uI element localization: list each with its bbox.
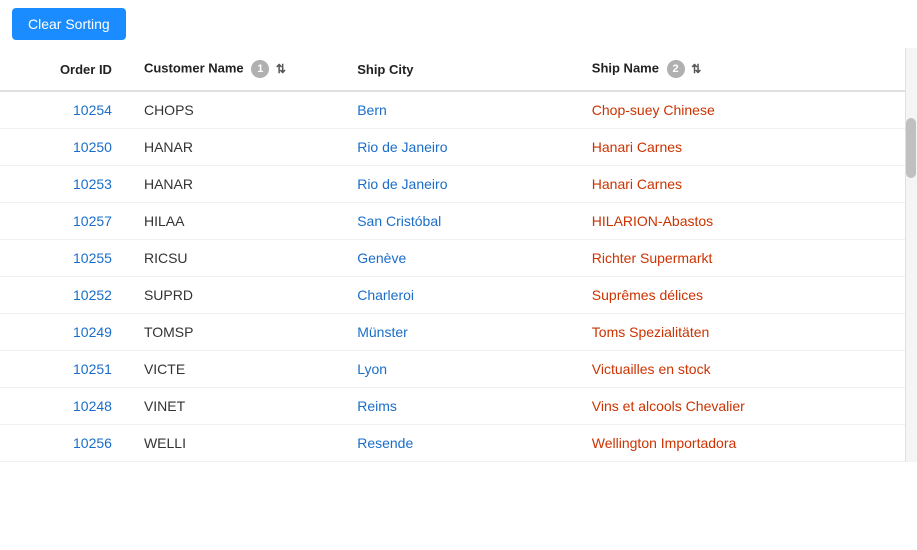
table-row: 10248VINETReimsVins et alcools Chevalier [0, 388, 917, 425]
cell-ship-city: Rio de Janeiro [341, 166, 576, 203]
cell-customer-name: WELLI [128, 425, 341, 462]
cell-customer-name: SUPRD [128, 277, 341, 314]
column-label-ship-name: Ship Name [592, 60, 659, 75]
column-label-ship-city: Ship City [357, 62, 413, 77]
clear-sorting-button[interactable]: Clear Sorting [12, 8, 126, 40]
sort-badge-customer-name: 1 [251, 60, 269, 78]
column-header-order-id[interactable]: Order ID [0, 48, 128, 91]
table-row: 10254CHOPSBernChop-suey Chinese [0, 91, 917, 129]
cell-order-id[interactable]: 10253 [0, 166, 128, 203]
cell-customer-name: HILAA [128, 203, 341, 240]
column-label-customer-name: Customer Name [144, 60, 244, 75]
column-header-customer-name[interactable]: Customer Name 1 ⇅ [128, 48, 341, 91]
cell-ship-city: Rio de Janeiro [341, 129, 576, 166]
sort-icon-ship-name: ⇅ [691, 62, 701, 76]
cell-order-id[interactable]: 10252 [0, 277, 128, 314]
table-body: 10254CHOPSBernChop-suey Chinese10250HANA… [0, 91, 917, 462]
cell-ship-name: Vins et alcools Chevalier [576, 388, 917, 425]
cell-customer-name: VICTE [128, 351, 341, 388]
table-row: 10253HANARRio de JaneiroHanari Carnes [0, 166, 917, 203]
cell-order-id[interactable]: 10254 [0, 91, 128, 129]
table-row: 10249TOMSPMünsterToms Spezialitäten [0, 314, 917, 351]
cell-customer-name: RICSU [128, 240, 341, 277]
cell-order-id[interactable]: 10251 [0, 351, 128, 388]
cell-ship-city: Reims [341, 388, 576, 425]
sort-icon-customer-name: ⇅ [276, 62, 286, 76]
column-label-order-id: Order ID [60, 62, 112, 77]
cell-ship-name: Suprêmes délices [576, 277, 917, 314]
table-row: 10256WELLIResendeWellington Importadora [0, 425, 917, 462]
scrollbar-thumb[interactable] [906, 118, 916, 178]
cell-ship-city: San Cristóbal [341, 203, 576, 240]
sort-badge-ship-name: 2 [667, 60, 685, 78]
table-row: 10257HILAASan CristóbalHILARION-Abastos [0, 203, 917, 240]
column-header-ship-city[interactable]: Ship City [341, 48, 576, 91]
table-header-row: Order ID Customer Name 1 ⇅ Ship City Shi… [0, 48, 917, 91]
table-row: 10255RICSUGenèveRichter Supermarkt [0, 240, 917, 277]
table-row: 10251VICTELyonVictuailles en stock [0, 351, 917, 388]
cell-ship-city: Lyon [341, 351, 576, 388]
table-row: 10250HANARRio de JaneiroHanari Carnes [0, 129, 917, 166]
data-table: Order ID Customer Name 1 ⇅ Ship City Shi… [0, 48, 917, 462]
toolbar: Clear Sorting [0, 0, 917, 48]
cell-order-id[interactable]: 10256 [0, 425, 128, 462]
cell-ship-name: HILARION-Abastos [576, 203, 917, 240]
scrollbar-track[interactable] [905, 48, 917, 462]
table-wrapper: Order ID Customer Name 1 ⇅ Ship City Shi… [0, 48, 917, 462]
cell-customer-name: HANAR [128, 129, 341, 166]
cell-ship-name: Wellington Importadora [576, 425, 917, 462]
column-header-ship-name[interactable]: Ship Name 2 ⇅ [576, 48, 917, 91]
cell-order-id[interactable]: 10250 [0, 129, 128, 166]
cell-ship-city: Genève [341, 240, 576, 277]
cell-ship-name: Hanari Carnes [576, 129, 917, 166]
cell-ship-city: Bern [341, 91, 576, 129]
cell-customer-name: HANAR [128, 166, 341, 203]
cell-order-id[interactable]: 10248 [0, 388, 128, 425]
cell-ship-name: Victuailles en stock [576, 351, 917, 388]
cell-ship-name: Richter Supermarkt [576, 240, 917, 277]
cell-order-id[interactable]: 10249 [0, 314, 128, 351]
table-row: 10252SUPRDCharleroiSuprêmes délices [0, 277, 917, 314]
cell-ship-city: Münster [341, 314, 576, 351]
cell-customer-name: VINET [128, 388, 341, 425]
cell-customer-name: TOMSP [128, 314, 341, 351]
cell-order-id[interactable]: 10255 [0, 240, 128, 277]
cell-ship-name: Chop-suey Chinese [576, 91, 917, 129]
cell-order-id[interactable]: 10257 [0, 203, 128, 240]
cell-ship-city: Resende [341, 425, 576, 462]
cell-ship-name: Toms Spezialitäten [576, 314, 917, 351]
cell-customer-name: CHOPS [128, 91, 341, 129]
cell-ship-city: Charleroi [341, 277, 576, 314]
cell-ship-name: Hanari Carnes [576, 166, 917, 203]
